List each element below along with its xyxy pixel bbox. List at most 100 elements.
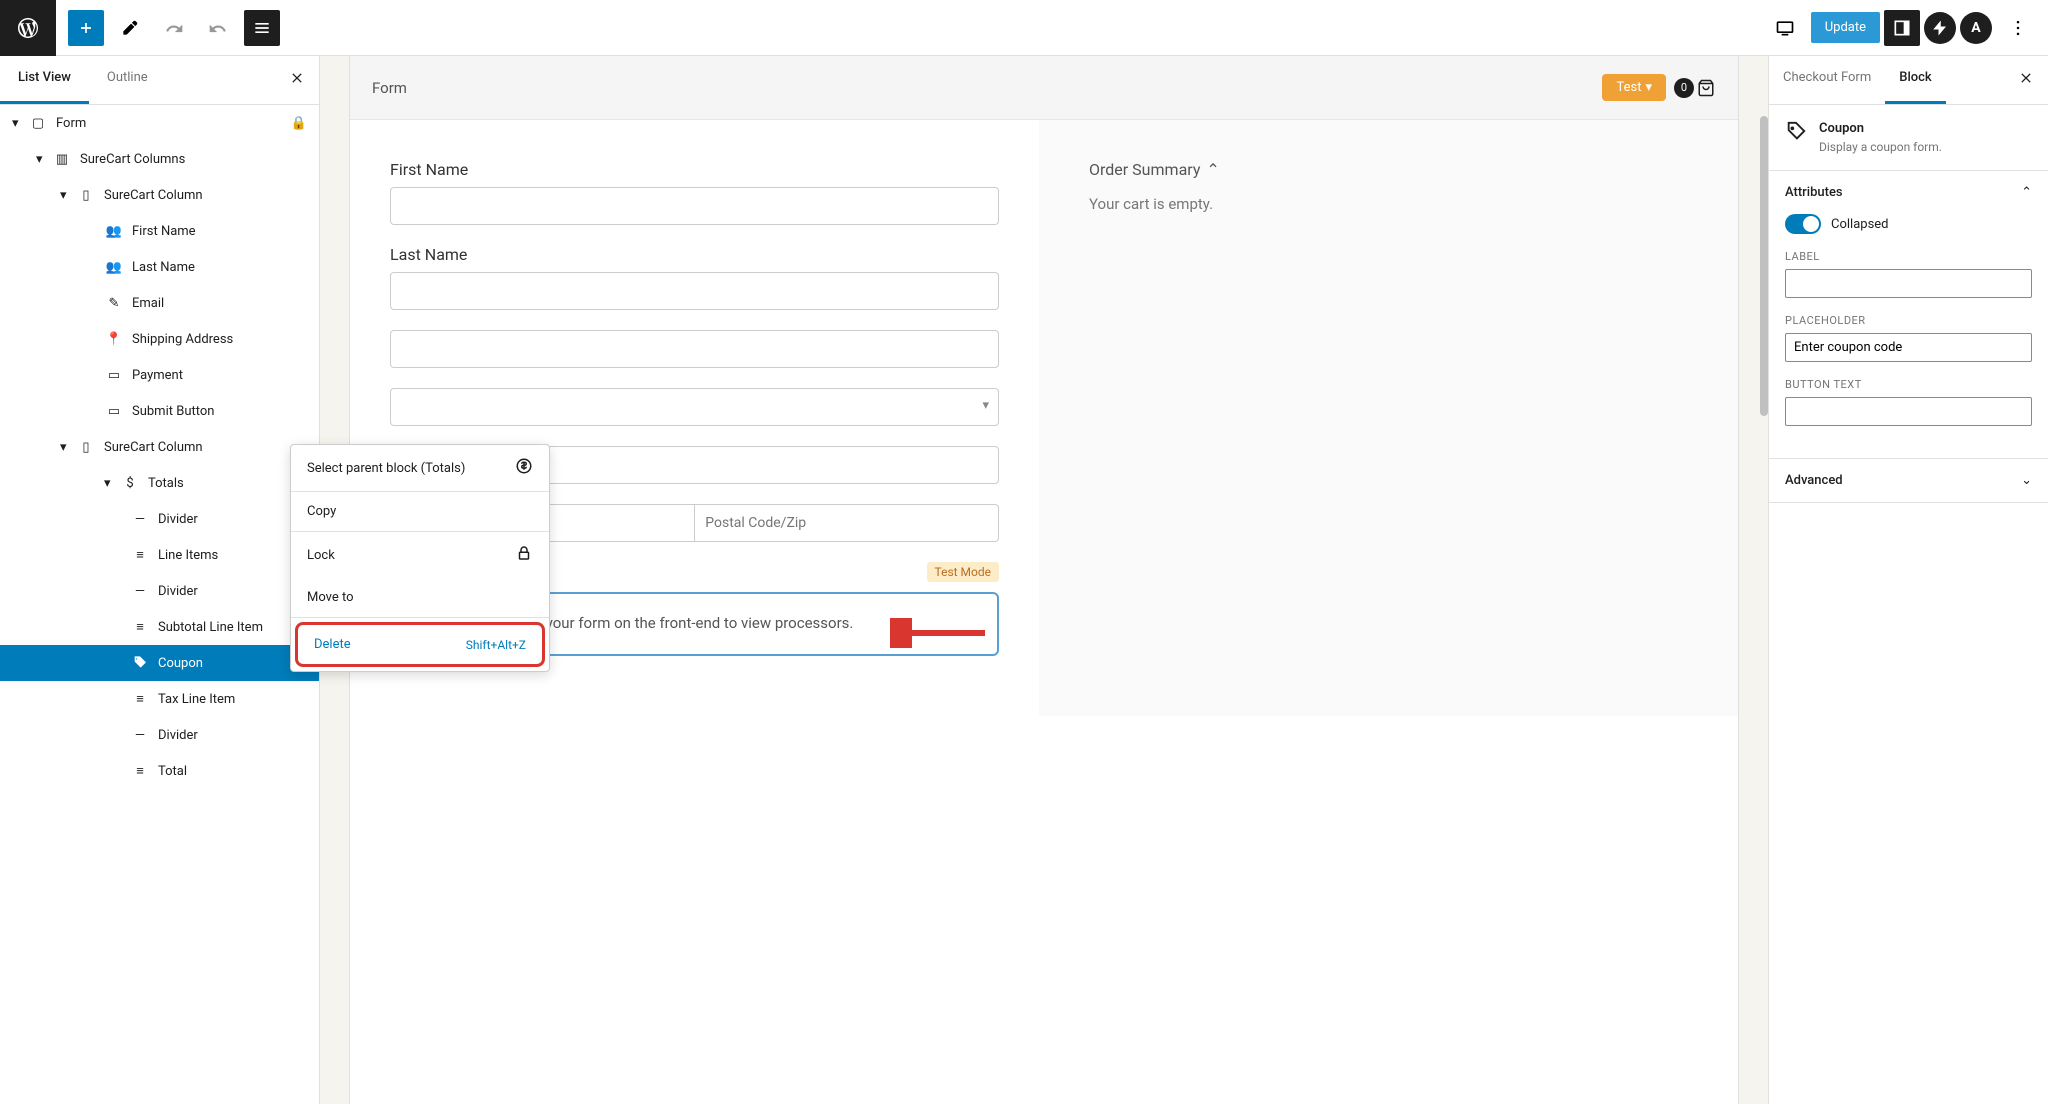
view-button[interactable]	[1767, 10, 1803, 46]
list-view-toggle[interactable]	[244, 10, 280, 46]
tree-columns[interactable]: ▾ ▥ SureCart Columns	[0, 141, 319, 177]
chevron-down-icon[interactable]: ▾	[36, 152, 52, 167]
form-header: Form Test ▾ 0	[350, 56, 1738, 120]
tree-label: Total	[158, 764, 187, 779]
list-icon	[252, 18, 272, 38]
surecart-button[interactable]	[1924, 12, 1956, 44]
sidebar-toggle[interactable]	[1884, 10, 1920, 46]
tree-label: Subtotal Line Item	[158, 620, 263, 635]
tree-divider-3[interactable]: —Divider	[0, 717, 319, 753]
tree-form[interactable]: ▾ ▢ Form 🔒	[0, 105, 319, 141]
tag-icon	[130, 653, 150, 673]
ctx-delete[interactable]: Delete Shift+Alt+Z	[298, 625, 542, 664]
tab-block[interactable]: Block	[1885, 56, 1945, 104]
tree-column-1[interactable]: ▾ ▯ SureCart Column	[0, 177, 319, 213]
tree-last-name[interactable]: 👥Last Name	[0, 249, 319, 285]
tree-submit[interactable]: ▭Submit Button	[0, 393, 319, 429]
tree-subtotal[interactable]: ≡ Subtotal Line Item	[0, 609, 319, 645]
tree-label: Submit Button	[132, 404, 214, 419]
placeholder-input[interactable]	[1785, 333, 2032, 362]
first-name-label: First Name	[390, 160, 999, 179]
cart-count: 0	[1674, 78, 1694, 98]
undo-button[interactable]	[156, 10, 192, 46]
attributes-section: Attributes ⌃ Collapsed LABEL PLACEHOLDER…	[1769, 171, 2048, 459]
tree-tax[interactable]: ≡Tax Line Item	[0, 681, 319, 717]
chevron-down-icon[interactable]: ▾	[12, 116, 28, 131]
chevron-up-icon: ⌃	[2021, 185, 2032, 200]
ctx-shortcut: Shift+Alt+Z	[466, 638, 526, 652]
chevron-down-icon[interactable]: ▾	[60, 440, 76, 455]
label-field-label: LABEL	[1785, 250, 2032, 263]
dollar-circle-icon	[515, 457, 533, 479]
tree-label: SureCart Columns	[80, 152, 185, 167]
advanced-toggle[interactable]: Advanced ⌄	[1769, 459, 2048, 502]
list-icon: ≡	[130, 545, 150, 565]
chevron-down-icon[interactable]: ▾	[60, 188, 76, 203]
country-select[interactable]	[390, 388, 999, 426]
tree-divider-2[interactable]: —Divider	[0, 573, 319, 609]
ctx-copy[interactable]: Copy	[291, 492, 549, 532]
desktop-icon	[1775, 18, 1795, 38]
tab-list-view[interactable]: List View	[0, 56, 89, 104]
tree-totals[interactable]: ▾ $ Totals	[0, 465, 319, 501]
button-text-input[interactable]	[1785, 397, 2032, 426]
panel-icon	[1892, 18, 1912, 38]
divider-icon: —	[130, 509, 150, 529]
card-icon: ▭	[104, 365, 124, 385]
close-icon	[2018, 70, 2034, 86]
tree-first-name[interactable]: 👥First Name	[0, 213, 319, 249]
cart-icon[interactable]	[1696, 78, 1716, 98]
ctx-lock[interactable]: Lock	[291, 532, 549, 578]
tree-column-2[interactable]: ▾ ▯ SureCart Column	[0, 429, 319, 465]
tree-payment[interactable]: ▭Payment	[0, 357, 319, 393]
lock-icon: 🔒	[291, 116, 307, 131]
edit-button[interactable]	[112, 10, 148, 46]
form-right-column: Order Summary ⌃ Your cart is empty.	[1039, 120, 1738, 716]
chevron-down-icon[interactable]: ▾	[104, 476, 120, 491]
tree-divider-1[interactable]: —Divider	[0, 501, 319, 537]
tree-label: Form	[56, 116, 86, 131]
context-menu: Select parent block (Totals) Copy Lock M…	[290, 444, 550, 672]
tree-shipping[interactable]: 📍Shipping Address	[0, 321, 319, 357]
label-input[interactable]	[1785, 269, 2032, 298]
test-button[interactable]: Test ▾	[1602, 74, 1666, 101]
first-name-input[interactable]	[390, 187, 999, 225]
last-name-input[interactable]	[390, 272, 999, 310]
columns-icon: ▥	[52, 149, 72, 169]
ctx-move-to[interactable]: Move to	[291, 578, 549, 618]
lock-icon	[515, 544, 533, 566]
scrollbar[interactable]	[1760, 116, 1768, 416]
tree-total[interactable]: ≡Total	[0, 753, 319, 789]
astra-button[interactable]: A	[1960, 12, 1992, 44]
tree-coupon[interactable]: Coupon ⋮	[0, 645, 319, 681]
options-button[interactable]	[2000, 10, 2036, 46]
test-mode-badge: Test Mode	[927, 562, 1000, 582]
list-icon: ≡	[130, 617, 150, 637]
ctx-label: Select parent block (Totals)	[307, 461, 465, 476]
column-icon: ▯	[76, 437, 96, 457]
feather-icon: ✎	[104, 293, 124, 313]
tree-label: First Name	[132, 224, 196, 239]
add-block-button[interactable]	[68, 10, 104, 46]
order-summary-title[interactable]: Order Summary ⌃	[1089, 160, 1698, 179]
annotation-arrow	[890, 618, 990, 648]
tab-checkout-form[interactable]: Checkout Form	[1769, 56, 1885, 104]
wordpress-logo[interactable]	[0, 0, 56, 56]
tree-label: Totals	[148, 476, 184, 491]
tree-email[interactable]: ✎ Email	[0, 285, 319, 321]
update-button[interactable]: Update	[1811, 12, 1880, 43]
email-input[interactable]	[390, 330, 999, 368]
advanced-section: Advanced ⌄	[1769, 459, 2048, 503]
chevron-down-icon: ▾	[1645, 80, 1652, 95]
button-text-field-label: BUTTON TEXT	[1785, 378, 2032, 391]
ctx-select-parent[interactable]: Select parent block (Totals)	[291, 445, 549, 492]
tree-line-items[interactable]: ≡Line Items	[0, 537, 319, 573]
tab-outline[interactable]: Outline	[89, 56, 166, 104]
postal-input[interactable]	[694, 504, 999, 542]
redo-button[interactable]	[200, 10, 236, 46]
collapsed-toggle[interactable]	[1785, 214, 1821, 234]
close-panel-button[interactable]	[275, 56, 319, 104]
close-inspector-button[interactable]	[2004, 56, 2048, 104]
tree-label: Email	[132, 296, 164, 311]
attributes-toggle[interactable]: Attributes ⌃	[1769, 171, 2048, 214]
